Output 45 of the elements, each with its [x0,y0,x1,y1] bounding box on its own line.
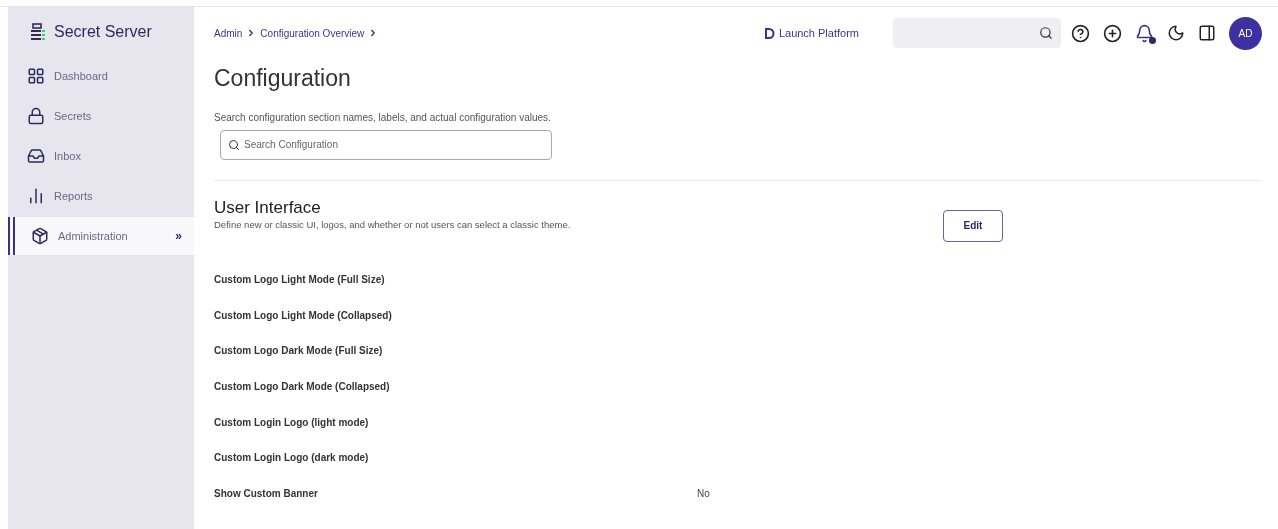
search-field[interactable]: Search Configuration [220,129,552,160]
sidebar-label: Reports [54,188,94,204]
setting-label: Custom Logo Light Mode (Collapsed) [214,308,393,323]
sidebar-item[interactable]: Administration » [8,217,194,255]
bar-chart-icon [27,187,45,205]
sidebar-item[interactable]: Inbox [8,137,194,175]
sidebar-label: Secrets [54,108,93,124]
box-icon [31,227,49,245]
sidebar-label: Inbox [54,148,82,164]
grid-icon [27,67,45,85]
section-description: Define new or classic UI, logos, and whether or not users can select a classic theme. [214,217,572,232]
setting-value: No [697,486,710,501]
inbox-icon [27,147,45,165]
sidebar-item[interactable]: Dashboard [8,57,194,95]
breadcrumb-link[interactable]: Configuration Overview [260,25,365,41]
setting-label: Show Custom Banner [214,486,319,501]
d-logo-icon [763,26,775,40]
search-icon [228,138,240,151]
brand-name: Secret Server [54,22,152,42]
page-title: Configuration [214,64,352,93]
global-search-field[interactable] [893,18,1061,48]
sidebar-item[interactable]: Reports [8,177,194,215]
setting-label: Custom Logo Dark Mode (Collapsed) [214,379,391,394]
notification-bell-icon[interactable] [1135,23,1154,43]
edit-button[interactable]: Edit [943,209,1003,242]
setting-label: Custom Logo Light Mode (Full Size) [214,272,386,287]
user-avatar[interactable]: AD [1229,16,1262,50]
server-stack-icon [30,23,46,41]
panel-icon[interactable] [1198,24,1216,42]
setting-label: Custom Login Logo (light mode) [214,415,370,430]
sidebar-label: Dashboard [54,68,109,84]
launch-platform-link[interactable]: Launch Platform [763,24,859,42]
setting-label: Custom Logo Dark Mode (Full Size) [214,344,384,359]
section-title: User Interface [214,197,322,218]
setting-label: Custom Login Logo (dark mode) [214,451,370,466]
breadcrumb-link[interactable]: Admin [214,25,243,41]
search-hint: Search configuration section names, labels, and actual configuration values. [214,110,552,125]
expand-toggle[interactable]: » [175,227,182,245]
add-icon[interactable] [1103,23,1122,43]
sidebar-label: Administration [58,228,129,244]
moon-icon[interactable] [1167,24,1185,42]
lock-icon [27,107,45,125]
search-icon [1039,26,1053,40]
help-icon[interactable] [1071,23,1090,43]
sidebar-item[interactable]: Secrets [8,97,194,135]
